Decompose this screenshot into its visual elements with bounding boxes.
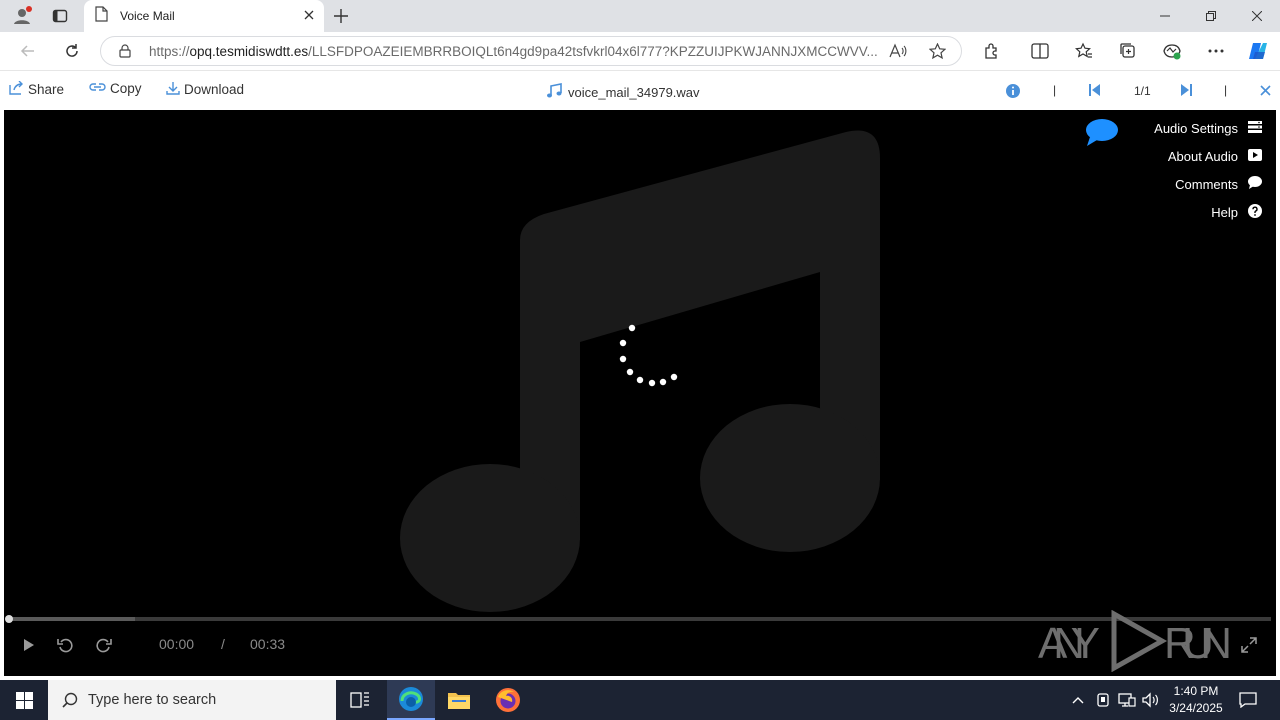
- minimize-icon[interactable]: [1142, 0, 1188, 32]
- audio-settings-label: Audio Settings: [1154, 120, 1238, 136]
- close-tab-icon[interactable]: [304, 7, 314, 25]
- download-icon: [166, 81, 184, 98]
- browser-tab-strip: Voice Mail: [0, 0, 1280, 32]
- copy-label: Copy: [110, 81, 142, 96]
- music-note-icon: [546, 83, 562, 102]
- close-viewer-icon[interactable]: [1260, 85, 1271, 99]
- seek-handle[interactable]: [5, 615, 13, 623]
- download-button[interactable]: Download: [166, 81, 244, 98]
- windows-start-icon[interactable]: [0, 680, 48, 720]
- search-icon: [62, 692, 78, 708]
- audio-settings-menu-item[interactable]: Audio Settings: [1154, 114, 1262, 142]
- clock-time: 1:40 PM: [1173, 684, 1219, 698]
- comment-icon: [1238, 176, 1262, 192]
- new-tab-icon[interactable]: [327, 4, 355, 28]
- favorite-star-icon[interactable]: [928, 42, 947, 65]
- comments-label: Comments: [1175, 176, 1238, 192]
- restore-icon[interactable]: [1188, 0, 1234, 32]
- viewer-header: Share Copy Download voice_mail_34979.wav…: [0, 70, 1280, 110]
- volume-icon[interactable]: [1141, 690, 1161, 710]
- info-icon[interactable]: [1005, 83, 1021, 102]
- help-menu-item[interactable]: Help: [1154, 198, 1262, 226]
- favorites-icon[interactable]: [1070, 37, 1098, 65]
- duration: 00:33: [250, 636, 286, 652]
- taskbar-clock[interactable]: 1:40 PM 3/24/2025: [1166, 683, 1226, 717]
- chat-bubble-icon[interactable]: [1084, 118, 1120, 153]
- watermark-text-run: RUN: [1164, 619, 1232, 668]
- copilot-icon[interactable]: [1244, 37, 1272, 65]
- page-counter: 1/1: [1134, 84, 1151, 98]
- edge-taskbar-icon[interactable]: [387, 680, 435, 720]
- toolbar-separator: |: [1053, 83, 1057, 97]
- file-name: voice_mail_34979.wav: [546, 83, 700, 102]
- play-icon[interactable]: [18, 634, 40, 656]
- about-audio-menu-item[interactable]: About Audio: [1154, 142, 1262, 170]
- comments-menu-item[interactable]: Comments: [1154, 170, 1262, 198]
- download-label: Download: [184, 82, 245, 97]
- about-audio-label: About Audio: [1167, 148, 1238, 164]
- split-screen-icon[interactable]: [1026, 37, 1054, 65]
- search-placeholder: Type here to search: [88, 692, 217, 708]
- lock-icon[interactable]: [119, 44, 131, 63]
- page-icon: [94, 5, 108, 27]
- buffered-progress: [9, 617, 136, 621]
- forward-icon[interactable]: [93, 634, 115, 656]
- taskbar-search[interactable]: Type here to search: [48, 680, 336, 720]
- collections-icon[interactable]: [1114, 37, 1142, 65]
- tab-title: Voice Mail: [120, 9, 175, 23]
- audio-player[interactable]: Audio Settings About Audio Comments Help…: [4, 110, 1276, 676]
- url-text[interactable]: https://opq.tesmidiswdtt.es/LLSFDPOAZEIE…: [149, 44, 877, 59]
- back-icon[interactable]: [14, 37, 42, 65]
- settings-list-icon: [1238, 120, 1262, 136]
- tab-voice-mail[interactable]: Voice Mail: [84, 0, 324, 32]
- file-name-label: voice_mail_34979.wav: [568, 85, 700, 100]
- network-icon[interactable]: [1117, 690, 1137, 710]
- file-explorer-icon[interactable]: [435, 680, 483, 720]
- current-time: 00:00: [159, 636, 195, 652]
- share-label: Share: [28, 82, 65, 97]
- address-bar[interactable]: https://opq.tesmidiswdtt.es/LLSFDPOAZEIE…: [100, 36, 962, 66]
- link-icon: [89, 81, 110, 96]
- task-view-icon[interactable]: [336, 680, 384, 720]
- loading-spinner-icon: [619, 324, 678, 387]
- profile-icon[interactable]: [8, 4, 36, 28]
- share-button[interactable]: Share: [9, 80, 65, 98]
- copy-button[interactable]: Copy: [89, 81, 142, 96]
- time-separator: /: [221, 636, 225, 652]
- notifications-icon[interactable]: [1238, 690, 1258, 710]
- player-side-menu: Audio Settings About Audio Comments Help: [1154, 114, 1262, 226]
- show-hidden-icons-icon[interactable]: [1068, 690, 1088, 710]
- url-host: opq.tesmidiswdtt.es: [189, 44, 309, 59]
- help-icon: [1238, 203, 1262, 221]
- play-box-icon: [1238, 148, 1262, 164]
- close-window-icon[interactable]: [1234, 0, 1280, 32]
- url-scheme: https://: [149, 44, 190, 59]
- window-controls: [1142, 0, 1280, 32]
- more-menu-icon[interactable]: [1202, 37, 1230, 65]
- meet-now-icon[interactable]: [1093, 690, 1113, 710]
- first-page-icon[interactable]: [1089, 84, 1101, 99]
- tab-actions-icon[interactable]: [46, 4, 74, 28]
- anyrun-watermark: ANY RUN: [1038, 609, 1238, 676]
- last-page-icon[interactable]: [1180, 84, 1192, 99]
- share-icon: [9, 80, 28, 98]
- rewind-icon[interactable]: [54, 634, 76, 656]
- music-note-artwork: [400, 130, 880, 612]
- browser-essentials-icon[interactable]: [1158, 37, 1186, 65]
- firefox-icon[interactable]: [484, 680, 532, 720]
- windows-taskbar: Type here to search 1:40 PM 3/24/2025: [0, 680, 1280, 720]
- refresh-icon[interactable]: [58, 37, 86, 65]
- watermark-text-any: ANY: [1038, 619, 1100, 668]
- help-label: Help: [1211, 204, 1238, 220]
- toolbar-separator: |: [1224, 83, 1228, 97]
- extensions-icon[interactable]: [978, 37, 1006, 65]
- clock-date: 3/24/2025: [1169, 701, 1223, 715]
- read-aloud-icon[interactable]: [889, 43, 907, 64]
- browser-toolbar: https://opq.tesmidiswdtt.es/LLSFDPOAZEIE…: [0, 32, 1280, 70]
- url-path: /LLSFDPOAZEIEMBRRBOIQLt6n4gd9pa42tsfvkrl…: [308, 44, 877, 59]
- fullscreen-icon[interactable]: [1238, 634, 1260, 656]
